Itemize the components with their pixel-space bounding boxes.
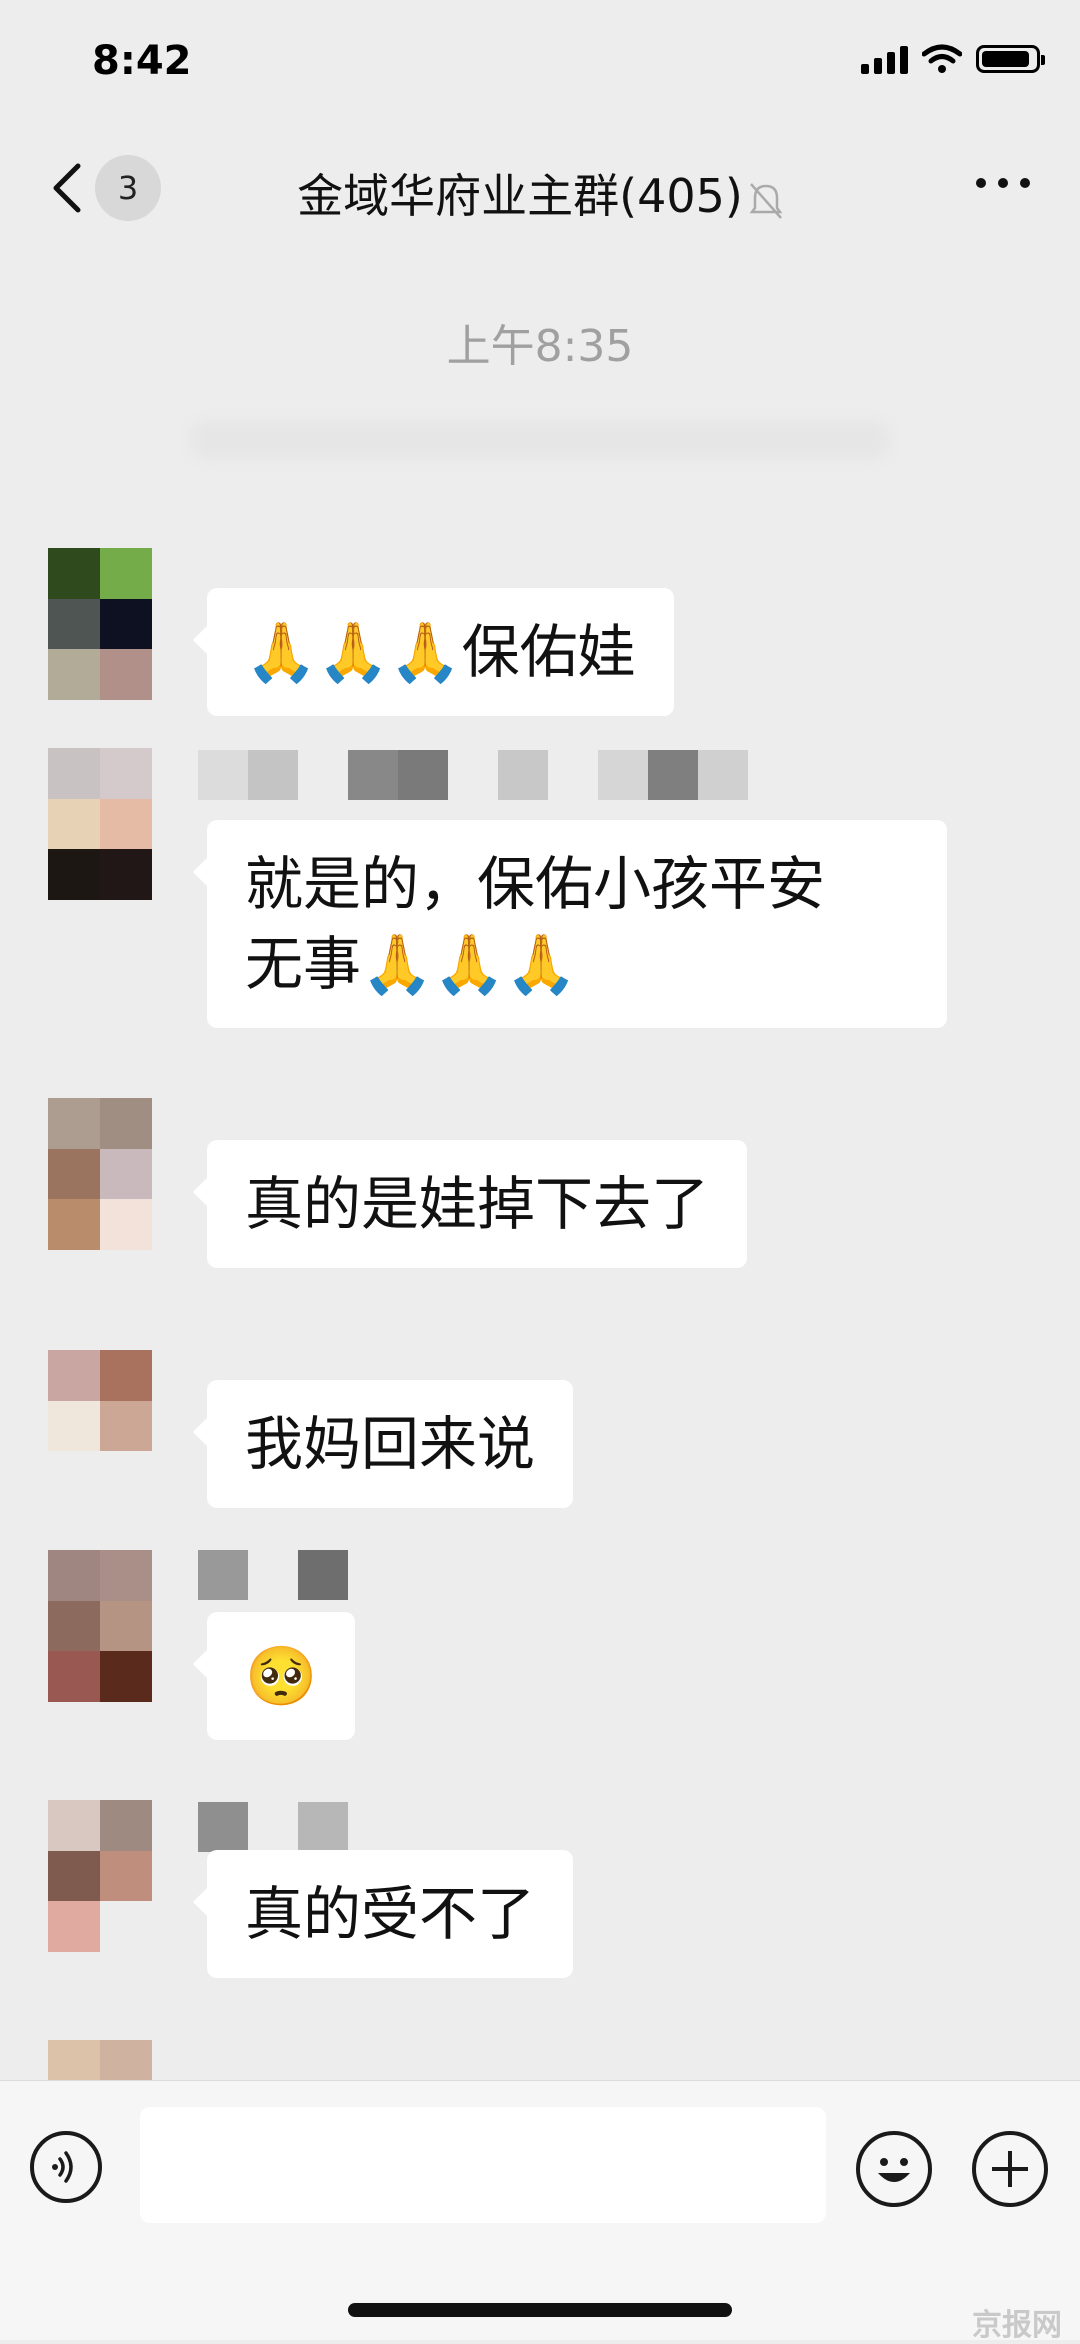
blurred-system-notice	[190, 420, 890, 460]
sender-nickname	[198, 1550, 348, 1600]
home-indicator[interactable]	[348, 2303, 732, 2317]
signal-icon	[861, 44, 908, 74]
avatar[interactable]	[48, 1098, 152, 1250]
avatar[interactable]	[48, 1550, 152, 1702]
message-bubble[interactable]: 真的是娃掉下去了	[192, 1140, 748, 1268]
message-bubble[interactable]: 就是的，保佑小孩平安 无事🙏🙏🙏	[193, 820, 947, 1028]
more-icon[interactable]	[976, 178, 1030, 188]
status-bar: 8:42	[0, 0, 1080, 130]
input-bar	[0, 2080, 1080, 2340]
watermark: 京报网	[972, 2308, 1062, 2343]
time-divider: 上午8:35	[446, 321, 634, 372]
avatar[interactable]	[48, 2040, 152, 2080]
chat-title-text: 金域华府业主群(405)	[297, 169, 743, 223]
plus-icon[interactable]	[972, 2131, 1048, 2207]
avatar[interactable]	[48, 1800, 152, 1952]
avatar[interactable]	[48, 1350, 152, 1502]
avatar[interactable]	[48, 748, 152, 900]
battery-icon	[976, 45, 1045, 73]
avatar[interactable]	[48, 548, 152, 700]
emoji-icon[interactable]	[856, 2131, 932, 2207]
message-bubble[interactable]: 🙏🙏🙏保佑娃	[193, 588, 674, 716]
mute-icon	[749, 182, 783, 219]
message-line: 无事🙏🙏🙏	[245, 930, 578, 998]
voice-icon[interactable]	[30, 2131, 102, 2203]
wifi-icon	[922, 44, 962, 73]
message-line: 就是的，保佑小孩平安	[245, 850, 826, 918]
sender-nickname	[198, 1802, 348, 1852]
status-icons	[861, 44, 1045, 74]
battery-level	[982, 51, 1029, 67]
message-bubble[interactable]: 🥺	[192, 1612, 356, 1740]
message-input[interactable]	[140, 2107, 826, 2223]
chat-title: 金域华府业主群(405)	[0, 160, 1080, 226]
message-bubble[interactable]: 我妈回来说	[192, 1380, 574, 1508]
status-time: 8:42	[92, 38, 192, 84]
message-bubble[interactable]: 真的受不了	[192, 1850, 574, 1978]
sender-nickname	[198, 750, 748, 800]
